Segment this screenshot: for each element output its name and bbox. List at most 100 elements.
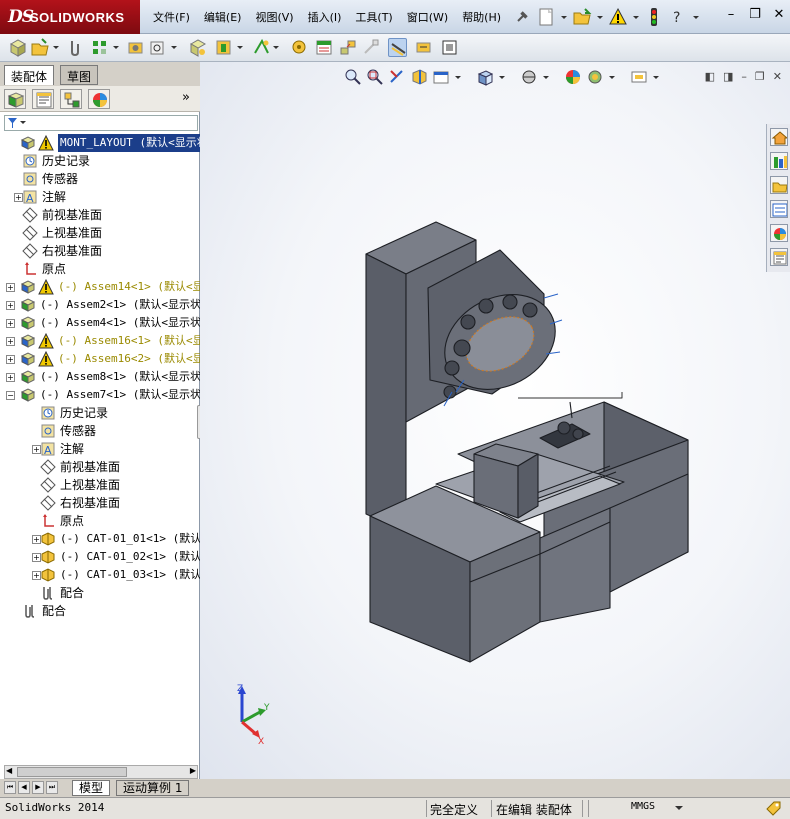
tree-item[interactable]: + (-) Assem4<1> (默认<显示状	[0, 314, 200, 332]
tree-horizontal-scrollbar[interactable]: ◀ ▶	[4, 765, 198, 779]
scroll-right-icon[interactable]: ▶	[190, 766, 196, 775]
tree-item[interactable]: + (-) Assem14<1> (默认<显	[0, 278, 200, 296]
mate-icon[interactable]	[66, 38, 85, 57]
tree-item[interactable]: 右视基准面	[0, 242, 200, 260]
tree-expand-toggle[interactable]: −	[6, 391, 15, 400]
dropdown-arrow-icon[interactable]	[596, 7, 604, 27]
minimize-button[interactable]: –	[724, 7, 738, 22]
close-button[interactable]: ✕	[772, 7, 786, 22]
tree-item[interactable]: 上视基准面	[0, 476, 200, 494]
help-icon[interactable]: ?	[668, 7, 688, 27]
tree-expand-toggle[interactable]: +	[6, 337, 15, 346]
configuration-manager-icon[interactable]	[60, 89, 82, 109]
menu-edit[interactable]: 编辑(E)	[197, 9, 249, 25]
menu-tools[interactable]: 工具(T)	[348, 9, 399, 25]
open-folder-icon[interactable]	[572, 7, 592, 27]
insert-component-icon[interactable]	[8, 38, 27, 57]
smart-fasteners-icon[interactable]	[126, 38, 145, 57]
tree-item[interactable]: + A 注解	[0, 440, 200, 458]
clearance-verification-icon[interactable]	[414, 38, 433, 57]
tree-item[interactable]: 前视基准面	[0, 206, 200, 224]
tree-item[interactable]: + A 注解	[0, 188, 200, 206]
tab-assembly[interactable]: 装配体	[4, 65, 55, 85]
tree-item[interactable]: + (-) Assem16<2> (默认<显	[0, 350, 200, 368]
exploded-view-icon[interactable]	[338, 38, 357, 57]
scroll-left-icon[interactable]: ◀	[6, 766, 12, 775]
dropdown-arrow-icon[interactable]	[692, 7, 700, 27]
new-part-icon[interactable]	[30, 38, 49, 57]
menu-insert[interactable]: 插入(I)	[301, 9, 349, 25]
tree-item-label: 右视基准面	[42, 244, 103, 258]
rebuild-warning-icon[interactable]	[608, 7, 628, 27]
instant-3d-icon[interactable]	[440, 38, 459, 57]
tree-item[interactable]: MONT_LAYOUT (默认<显示状	[0, 134, 200, 152]
solidworks-logo[interactable]: DS SOLIDWORKS	[0, 0, 140, 34]
menu-view[interactable]: 视图(V)	[248, 9, 300, 25]
dropdown-arrow-icon[interactable]	[170, 38, 189, 57]
property-manager-icon[interactable]	[32, 89, 54, 109]
feature-manager-tree-icon[interactable]	[4, 89, 26, 109]
interference-detection-icon[interactable]	[388, 38, 407, 57]
tree-item[interactable]: + (-) Assem2<1> (默认<显示状	[0, 296, 200, 314]
tree-expand-toggle[interactable]: +	[6, 373, 15, 382]
tree-item[interactable]: + (-) CAT-01_03<1> (默认<	[0, 566, 200, 584]
tree-item[interactable]: 原点	[0, 260, 200, 278]
pin-icon[interactable]	[512, 7, 532, 27]
tree-item[interactable]: 右视基准面	[0, 494, 200, 512]
graphics-area[interactable]: ◧ ◨ – ❐ ✕ Z Y X	[200, 62, 790, 779]
tree-expand-toggle[interactable]: +	[6, 319, 15, 328]
menu-file[interactable]: 文件(F)	[146, 9, 197, 25]
tab-motion-study[interactable]: 运动算例 1	[116, 780, 190, 796]
new-motion-study-icon[interactable]	[290, 38, 309, 57]
tree-item[interactable]: + (-) Assem16<1> (默认<显	[0, 332, 200, 350]
rebuild-tag-icon[interactable]	[764, 800, 782, 818]
tree-item[interactable]: 配合	[0, 602, 200, 620]
restore-button[interactable]: ❐	[748, 7, 762, 22]
display-manager-icon[interactable]	[88, 89, 110, 109]
tab-model[interactable]: 模型	[72, 780, 111, 796]
tree-item[interactable]: 历史记录	[0, 152, 200, 170]
tree-expand-toggle[interactable]: +	[6, 355, 15, 364]
tree-item-label: (-) Assem4<1> (默认<显示状	[40, 316, 200, 329]
tab-next-icon[interactable]: ▶	[32, 781, 44, 794]
tree-item[interactable]: − (-) Assem7<1> (默认<显示状	[0, 386, 200, 404]
tree-item[interactable]: 历史记录	[0, 404, 200, 422]
traffic-light-icon[interactable]	[644, 7, 664, 27]
tree-expand-toggle[interactable]: +	[6, 283, 15, 292]
explode-line-sketch-icon[interactable]	[362, 38, 381, 57]
reference-geometry-icon[interactable]	[252, 38, 271, 57]
tree-item[interactable]: 配合	[0, 584, 200, 602]
tree-item[interactable]: 前视基准面	[0, 458, 200, 476]
dropdown-arrow-icon[interactable]	[632, 7, 640, 27]
assembly-features-icon[interactable]	[214, 38, 233, 57]
menu-window[interactable]: 窗口(W)	[400, 9, 455, 25]
menu-help[interactable]: 帮助(H)	[455, 9, 508, 25]
units-dropdown-icon[interactable]	[675, 804, 683, 812]
tree-item[interactable]: + (-) CAT-01_01<1> (默认<	[0, 530, 200, 548]
status-units[interactable]: MMGS	[631, 801, 655, 812]
tab-sketch[interactable]: 草图	[60, 65, 99, 85]
bill-of-materials-icon[interactable]	[314, 38, 333, 57]
show-hidden-icon[interactable]	[188, 38, 207, 57]
tree-filter[interactable]	[4, 115, 198, 131]
tree-expand-toggle[interactable]: +	[6, 301, 15, 310]
scroll-thumb[interactable]	[17, 767, 127, 777]
tab-prev-icon[interactable]: ◀	[18, 781, 30, 794]
panel-tabs: 装配体 草图	[0, 62, 200, 86]
new-document-icon[interactable]	[536, 7, 556, 27]
tree-item[interactable]: 传感器	[0, 170, 200, 188]
dropdown-arrow-icon[interactable]	[272, 38, 291, 57]
tree-item[interactable]: + (-) CAT-01_02<1> (默认<	[0, 548, 200, 566]
tree-item[interactable]: 传感器	[0, 422, 200, 440]
tab-first-icon[interactable]: ⏮	[4, 781, 16, 794]
tab-last-icon[interactable]: ⏭	[46, 781, 58, 794]
tree-item[interactable]: 原点	[0, 512, 200, 530]
more-tabs-button[interactable]: »	[182, 90, 190, 105]
machine-3d-model[interactable]	[200, 62, 790, 779]
linear-pattern-icon[interactable]	[90, 38, 109, 57]
tree-item[interactable]: 上视基准面	[0, 224, 200, 242]
tree-item[interactable]: + (-) Assem8<1> (默认<显示状	[0, 368, 200, 386]
tree-item-label: MONT_LAYOUT (默认<显示状	[58, 134, 200, 152]
dropdown-arrow-icon[interactable]	[560, 7, 568, 27]
move-component-icon[interactable]	[148, 38, 167, 57]
